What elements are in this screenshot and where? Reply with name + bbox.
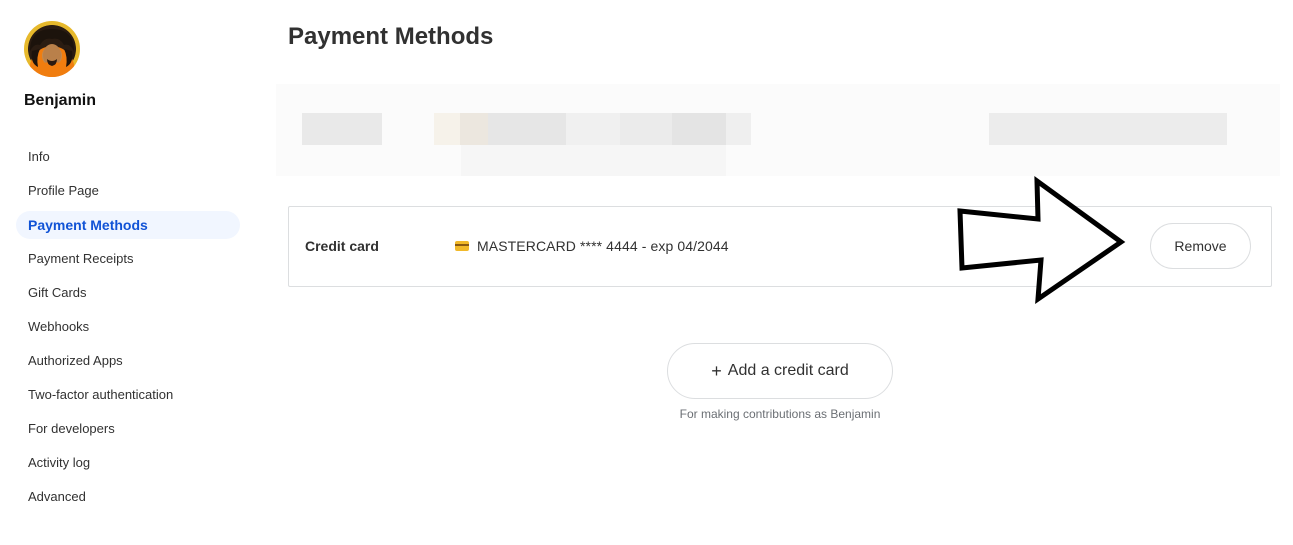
sidebar-item-activity-log[interactable]: Activity log — [16, 449, 240, 477]
add-card-note: For making contributions as Benjamin — [679, 407, 881, 421]
sidebar-item-two-factor-authentication[interactable]: Two-factor authentication — [16, 381, 240, 409]
plus-icon: + — [711, 361, 722, 381]
sidebar-item-payment-methods[interactable]: Payment Methods — [16, 211, 240, 239]
sidebar-item-advanced[interactable]: Advanced — [16, 483, 240, 511]
arrow-pointer-icon — [957, 176, 1126, 304]
add-credit-card-button[interactable]: + Add a credit card — [667, 343, 893, 399]
add-credit-card-label: Add a credit card — [727, 362, 849, 379]
sidebar-item-profile-page[interactable]: Profile Page — [16, 177, 240, 205]
sidebar-item-webhooks[interactable]: Webhooks — [16, 313, 240, 341]
credit-card-icon — [455, 241, 469, 251]
settings-sidebar-menu: Info Profile Page Payment Methods Paymen… — [16, 143, 240, 517]
blurred-redacted-region — [276, 84, 1280, 176]
user-name: Benjamin — [24, 92, 97, 109]
credit-card-label: Credit card — [305, 238, 379, 254]
sidebar-item-authorized-apps[interactable]: Authorized Apps — [16, 347, 240, 375]
credit-card-details: MASTERCARD **** 4444 - exp 04/2044 — [477, 238, 729, 254]
avatar[interactable] — [24, 21, 80, 77]
page-title: Payment Methods — [288, 23, 494, 50]
sidebar-item-info[interactable]: Info — [16, 143, 240, 171]
remove-card-button[interactable]: Remove — [1150, 223, 1251, 269]
sidebar-item-payment-receipts[interactable]: Payment Receipts — [16, 245, 240, 273]
sidebar-item-gift-cards[interactable]: Gift Cards — [16, 279, 240, 307]
